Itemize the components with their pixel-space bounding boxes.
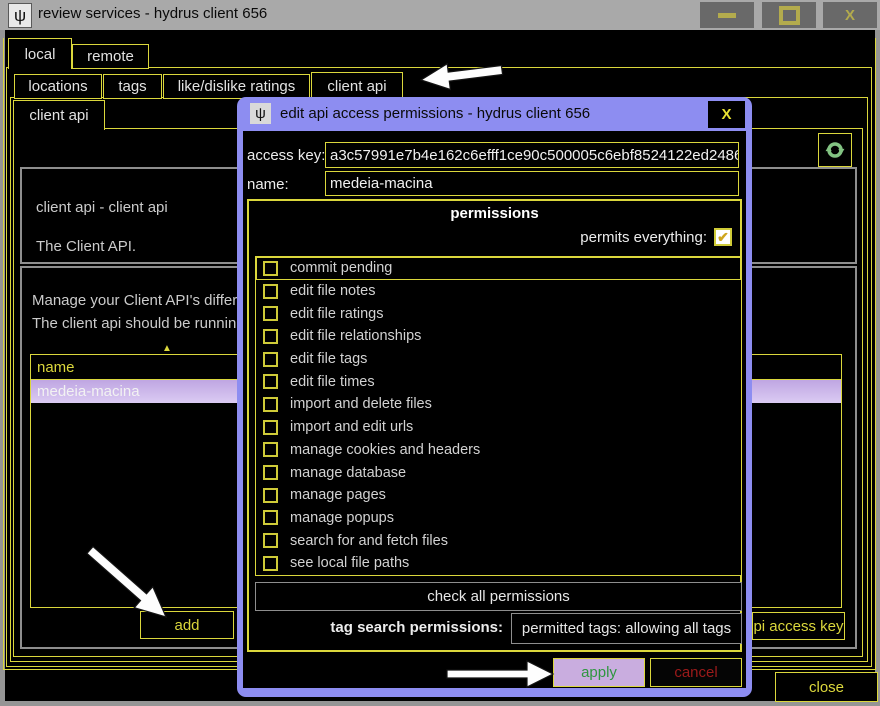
permission-label: import and delete files [290, 396, 432, 412]
permission-row[interactable]: edit file ratings [256, 302, 741, 325]
window-frame-bottom [0, 701, 880, 706]
checkbox-icon[interactable] [263, 442, 278, 457]
name-input[interactable]: medeia-macina [325, 171, 739, 196]
tab-client-api-service-label: client api [29, 107, 88, 124]
cancel-button[interactable]: cancel [650, 658, 742, 687]
tab-local[interactable]: local [8, 38, 72, 69]
permission-row[interactable]: manage database [256, 461, 741, 484]
permission-row[interactable]: import and delete files [256, 393, 741, 416]
tab-tags-label: tags [118, 78, 146, 95]
tab-client-api-label: client api [327, 78, 386, 95]
service-description-title: client api - client api [36, 199, 168, 216]
checkbox-icon[interactable] [263, 465, 278, 480]
checkbox-icon[interactable] [263, 306, 278, 321]
check-all-permissions-button[interactable]: check all permissions [255, 582, 742, 611]
dialog-title: edit api access permissions - hydrus cli… [280, 105, 590, 122]
permission-label: edit file times [290, 374, 375, 390]
dialog-titlebar[interactable]: ψ edit api access permissions - hydrus c… [237, 97, 752, 131]
tab-like-dislike-ratings-label: like/dislike ratings [178, 78, 296, 95]
window-title: review services - hydrus client 656 [38, 5, 267, 22]
checkbox-icon[interactable] [263, 352, 278, 367]
refresh-button[interactable] [818, 133, 852, 167]
hydrus-dialog-icon: ψ [250, 103, 271, 124]
checkbox-icon[interactable] [263, 374, 278, 389]
permission-label: edit file tags [290, 351, 367, 367]
api-access-key-button[interactable]: pi access key [752, 612, 845, 640]
tab-locations-label: locations [28, 78, 87, 95]
tab-local-label: local [25, 46, 56, 63]
permission-label: commit pending [290, 260, 392, 276]
tab-client-api-service[interactable]: client api [13, 100, 105, 130]
permission-row[interactable]: import and edit urls [256, 416, 741, 439]
permission-row[interactable]: search for and fetch files [256, 529, 741, 552]
permission-row[interactable]: edit file relationships [256, 325, 741, 348]
permission-label: manage database [290, 465, 406, 481]
tab-tags[interactable]: tags [103, 74, 162, 99]
permission-label: edit file ratings [290, 306, 384, 322]
permission-row[interactable]: manage popups [256, 507, 741, 530]
permission-row[interactable]: commit pending [256, 257, 741, 280]
window-titlebar[interactable]: ψ review services - hydrus client 656 X [0, 0, 880, 30]
permissions-list: commit pending edit file notes edit file… [255, 256, 742, 576]
permission-row[interactable]: see local file paths [256, 552, 741, 575]
service-description-text: The Client API. [36, 238, 136, 255]
permission-label: search for and fetch files [290, 533, 448, 549]
add-button[interactable]: add [140, 611, 234, 639]
checkbox-icon[interactable] [263, 397, 278, 412]
name-label: name: [247, 176, 289, 193]
permissions-title: permissions [249, 205, 740, 222]
checkbox-icon[interactable] [263, 329, 278, 344]
manage-line-2: The client api should be runnin [32, 315, 236, 332]
sort-ascending-icon: ▲ [162, 344, 172, 354]
permits-everything-label: permits everything: [580, 229, 707, 246]
permission-row[interactable]: edit file tags [256, 348, 741, 371]
refresh-arrows-icon [824, 139, 846, 161]
minimize-icon [718, 13, 736, 18]
tab-like-dislike-ratings[interactable]: like/dislike ratings [163, 74, 310, 99]
dialog-body: access key: a3c57991e7b4e162c6efff1ce90c… [243, 131, 746, 688]
checkbox-icon[interactable] [263, 420, 278, 435]
permission-label: edit file notes [290, 283, 375, 299]
permission-label: manage cookies and headers [290, 442, 480, 458]
manage-line-1: Manage your Client API's differ [32, 292, 237, 309]
permission-label: manage popups [290, 510, 394, 526]
checkbox-icon[interactable] [263, 261, 278, 276]
permission-row[interactable]: manage pages [256, 484, 741, 507]
tag-search-permissions-button[interactable]: permitted tags: allowing all tags [511, 613, 742, 644]
review-services-window: ψ review services - hydrus client 656 X … [0, 0, 880, 706]
permits-everything-checkbox[interactable]: ✔ [714, 228, 732, 246]
checkbox-icon[interactable] [263, 510, 278, 525]
minimize-button[interactable] [700, 2, 754, 28]
permission-row[interactable]: manage cookies and headers [256, 439, 741, 462]
tab-remote[interactable]: remote [72, 44, 149, 69]
hydrus-app-icon: ψ [8, 3, 32, 28]
close-button[interactable]: close [775, 672, 878, 702]
permission-row[interactable]: edit file notes [256, 280, 741, 303]
tab-remote-label: remote [87, 48, 134, 65]
permission-label: import and edit urls [290, 419, 413, 435]
checkbox-icon[interactable] [263, 488, 278, 503]
checkbox-icon[interactable] [263, 556, 278, 571]
tag-search-permissions-label: tag search permissions: [330, 619, 503, 636]
maximize-icon [779, 6, 800, 25]
access-key-label: access key: [247, 147, 325, 164]
checkbox-icon[interactable] [263, 284, 278, 299]
apply-button[interactable]: apply [553, 658, 645, 687]
window-close-button[interactable]: X [823, 2, 877, 28]
checkbox-icon[interactable] [263, 533, 278, 548]
permission-label: see local file paths [290, 555, 409, 571]
tab-client-api[interactable]: client api [311, 72, 403, 99]
dialog-close-button[interactable]: X [708, 101, 745, 128]
maximize-button[interactable] [762, 2, 816, 28]
permission-label: edit file relationships [290, 328, 421, 344]
access-key-input[interactable]: a3c57991e7b4e162c6efff1ce90c500005c6ebf8… [325, 142, 739, 168]
permission-label: manage pages [290, 487, 386, 503]
permission-row[interactable]: edit file times [256, 370, 741, 393]
edit-api-permissions-dialog: ψ edit api access permissions - hydrus c… [237, 97, 752, 697]
permissions-groupbox: permissions permits everything: ✔ commit… [247, 199, 742, 652]
tab-locations[interactable]: locations [14, 74, 102, 99]
